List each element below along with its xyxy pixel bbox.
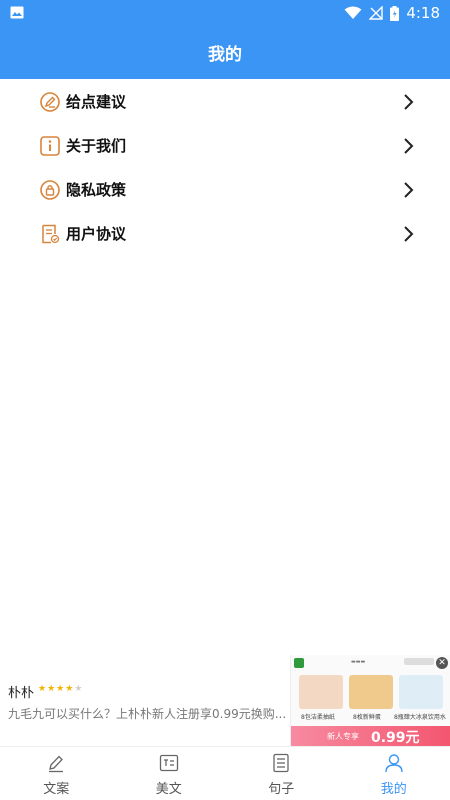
star-icon: ★ (56, 684, 66, 694)
ad-cta-button[interactable]: 新人专享 0.99元 (291, 726, 450, 746)
chevron-right-icon (404, 182, 414, 198)
product-label: 8包洁柔抽纸 (301, 714, 335, 721)
ad-banner[interactable]: 朴朴 ★★★★★ 九毛九可以买什么？上朴朴新人注册享0.99元换购... ▬▬▬… (0, 655, 450, 746)
status-time: 4:18 (406, 4, 440, 22)
pen-icon (49, 755, 64, 773)
star-icon: ★ (65, 684, 75, 694)
user-icon (385, 754, 403, 773)
product-label: 8瓶肆大冰泉饮用水 (394, 714, 446, 721)
ad-description: 九毛九可以买什么？上朴朴新人注册享0.99元换购... (8, 707, 287, 721)
image-notification-icon (10, 6, 24, 19)
product-tissue-image (299, 675, 343, 709)
page-title: 我的 (208, 45, 242, 65)
chevron-right-icon (404, 94, 414, 110)
tab-label: 美文 (155, 782, 182, 797)
chevron-right-icon (404, 226, 414, 242)
menu-item-label: 关于我们 (66, 137, 127, 155)
list-icon (273, 753, 289, 773)
status-bar: 4:18 (0, 0, 450, 26)
ad-close-icon[interactable]: ✕ (436, 657, 448, 669)
menu-item-label: 给点建议 (66, 93, 127, 111)
tab-label: 文案 (43, 782, 70, 797)
battery-icon (390, 5, 400, 21)
settings-menu: 给点建议 关于我们 隐私政策 用户协议 (0, 80, 450, 256)
ad-tag-graphic (404, 658, 434, 665)
no-signal-icon (369, 6, 384, 20)
info-icon (40, 136, 60, 156)
star-empty-icon: ★ (74, 684, 84, 694)
ad-image[interactable]: ▬▬▬ ✕ 8包洁柔抽纸 8枚新鲜蛋 8瓶肆大冰泉饮用水 新人专享 0.99元 (290, 655, 450, 746)
bottom-tab-bar: 文案 美文 句子 我的 (0, 746, 450, 800)
star-icon: ★ (47, 684, 57, 694)
article-icon (159, 754, 178, 772)
chevron-right-icon (404, 138, 414, 154)
ad-caption-graphic: ▬▬▬ (351, 659, 366, 665)
document-icon (42, 224, 60, 244)
tab-label: 句子 (268, 782, 295, 797)
app-bar: 我的 (0, 26, 450, 79)
ad-cta-text: 新人专享 (327, 732, 359, 741)
menu-item-privacy[interactable]: 隐私政策 (0, 168, 450, 212)
ad-rating-stars: ★★★★★ (38, 684, 83, 694)
menu-item-label: 隐私政策 (66, 181, 127, 199)
tab-wenan[interactable]: 文案 (0, 747, 113, 800)
privacy-icon (40, 180, 60, 200)
menu-item-about[interactable]: 关于我们 (0, 124, 450, 168)
tab-meiwen[interactable]: 美文 (113, 747, 226, 800)
tab-mine[interactable]: 我的 (338, 747, 450, 800)
product-label: 8枚新鲜蛋 (353, 714, 381, 721)
tab-label: 我的 (380, 782, 407, 797)
product-water-image (399, 675, 443, 709)
tab-juzi[interactable]: 句子 (225, 747, 338, 800)
edit-icon (40, 92, 60, 112)
wifi-icon (344, 6, 362, 19)
menu-item-feedback[interactable]: 给点建议 (0, 80, 450, 124)
star-icon: ★ (38, 684, 48, 694)
status-indicators: 4:18 (344, 3, 440, 23)
product-eggs-image (349, 675, 393, 709)
menu-item-label: 用户协议 (66, 225, 127, 243)
ad-cta-price: 0.99元 (371, 730, 420, 746)
ad-app-name: 朴朴 (8, 686, 35, 701)
ad-brand-logo (294, 658, 304, 668)
menu-item-user-agreement[interactable]: 用户协议 (0, 212, 450, 256)
